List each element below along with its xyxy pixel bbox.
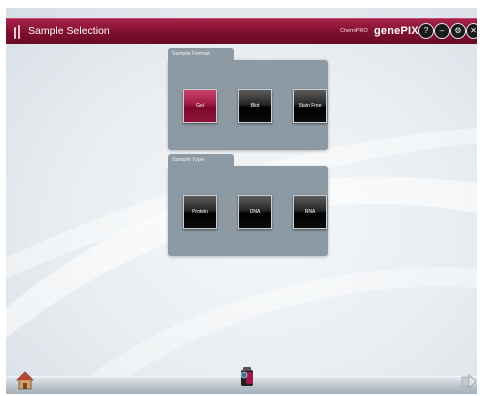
close-icon: ✕ [470,26,477,35]
help-button[interactable]: ? [418,23,434,39]
gear-icon: ⚙ [454,26,462,35]
minimize-button[interactable]: – [434,23,450,39]
stain-free-label: Stain Free [298,103,322,109]
brand-chemipro: ChemiPRO [340,28,368,34]
question-icon: ? [423,26,429,35]
rna-button[interactable]: RNA [293,195,327,229]
minus-icon: – [439,26,445,35]
app-window: Sample Selection ChemiPRO genePIX ? – ⚙ … [6,8,477,394]
next-arrow-icon[interactable] [461,373,477,389]
sample-format-label: Sample Format [168,48,234,62]
camera-icon[interactable] [237,366,257,388]
dna-button[interactable]: DNA [238,195,272,229]
gel-button[interactable]: Gel [183,89,217,123]
brand-genepix: genePIX [374,25,419,37]
dna-label: DNA [249,209,261,215]
close-button[interactable]: ✕ [466,23,477,39]
title-bar: Sample Selection ChemiPRO genePIX ? – ⚙ … [6,18,477,44]
settings-button[interactable]: ⚙ [450,23,466,39]
rna-label: RNA [304,209,316,215]
home-icon[interactable] [16,371,34,391]
window-title: Sample Selection [28,25,110,37]
protein-button[interactable]: Protein [183,195,217,229]
stain-free-button[interactable]: Stain Free [293,89,327,123]
blot-label: Blot [250,103,260,109]
protein-label: Protein [192,209,208,215]
sample-format-panel: Sample Format Gel Blot Stain Free [168,48,328,150]
blot-button[interactable]: Blot [238,89,272,123]
sample-type-panel: Sample Type Protein DNA RNA [168,154,328,256]
app-logo-icon [14,25,22,39]
sample-type-label: Sample Type [168,154,234,168]
gel-label: Gel [196,103,204,109]
